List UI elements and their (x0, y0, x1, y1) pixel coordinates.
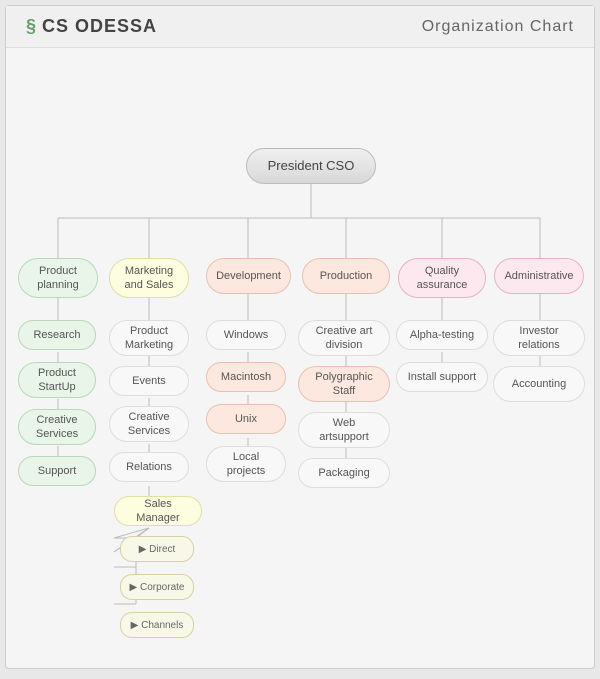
president-node: President CSO (246, 148, 376, 184)
relations-node: Relations (109, 452, 189, 482)
administrative-node: Administrative (494, 258, 584, 294)
product-marketing-node: ProductMarketing (109, 320, 189, 356)
product-planning-node: Productplanning (18, 258, 98, 298)
windows-node: Windows (206, 320, 286, 350)
sales-manager-node: Sales Manager (114, 496, 202, 526)
direct-node: ▶ Direct (120, 536, 194, 562)
logo: § CS ODESSA (26, 16, 157, 37)
events-node: Events (109, 366, 189, 396)
creative-services-pp-node: CreativeServices (18, 409, 96, 445)
logo-icon: § (26, 16, 36, 37)
page: § CS ODESSA Organization Chart (5, 5, 595, 669)
install-support-node: Install support (396, 362, 488, 392)
development-node: Development (206, 258, 291, 294)
support-node: Support (18, 456, 96, 486)
channels-node: ▶ Channels (120, 612, 194, 638)
investor-relations-node: Investorrelations (493, 320, 585, 356)
web-artsupport-node: Webartsupport (298, 412, 390, 448)
logo-text: CS ODESSA (42, 16, 157, 37)
polygraphic-staff-node: PolygraphicStaff (298, 366, 390, 402)
accounting-node: Accounting (493, 366, 585, 402)
packaging-node: Packaging (298, 458, 390, 488)
research-node: Research (18, 320, 96, 350)
unix-node: Unix (206, 404, 286, 434)
chart-title: Organization Chart (422, 18, 574, 36)
local-projects-node: Localprojects (206, 446, 286, 482)
chart-area: President CSO Productplanning Marketinga… (6, 48, 594, 658)
production-node: Production (302, 258, 390, 294)
header: § CS ODESSA Organization Chart (6, 6, 594, 48)
macintosh-node: Macintosh (206, 362, 286, 392)
product-startup-node: ProductStartUp (18, 362, 96, 398)
creative-services-mkt-node: CreativeServices (109, 406, 189, 442)
creative-art-division-node: Creative artdivision (298, 320, 390, 356)
corporate-node: ▶ Corporate (120, 574, 194, 600)
alpha-testing-node: Alpha-testing (396, 320, 488, 350)
marketing-sales-node: Marketingand Sales (109, 258, 189, 298)
quality-assurance-node: Qualityassurance (398, 258, 486, 298)
